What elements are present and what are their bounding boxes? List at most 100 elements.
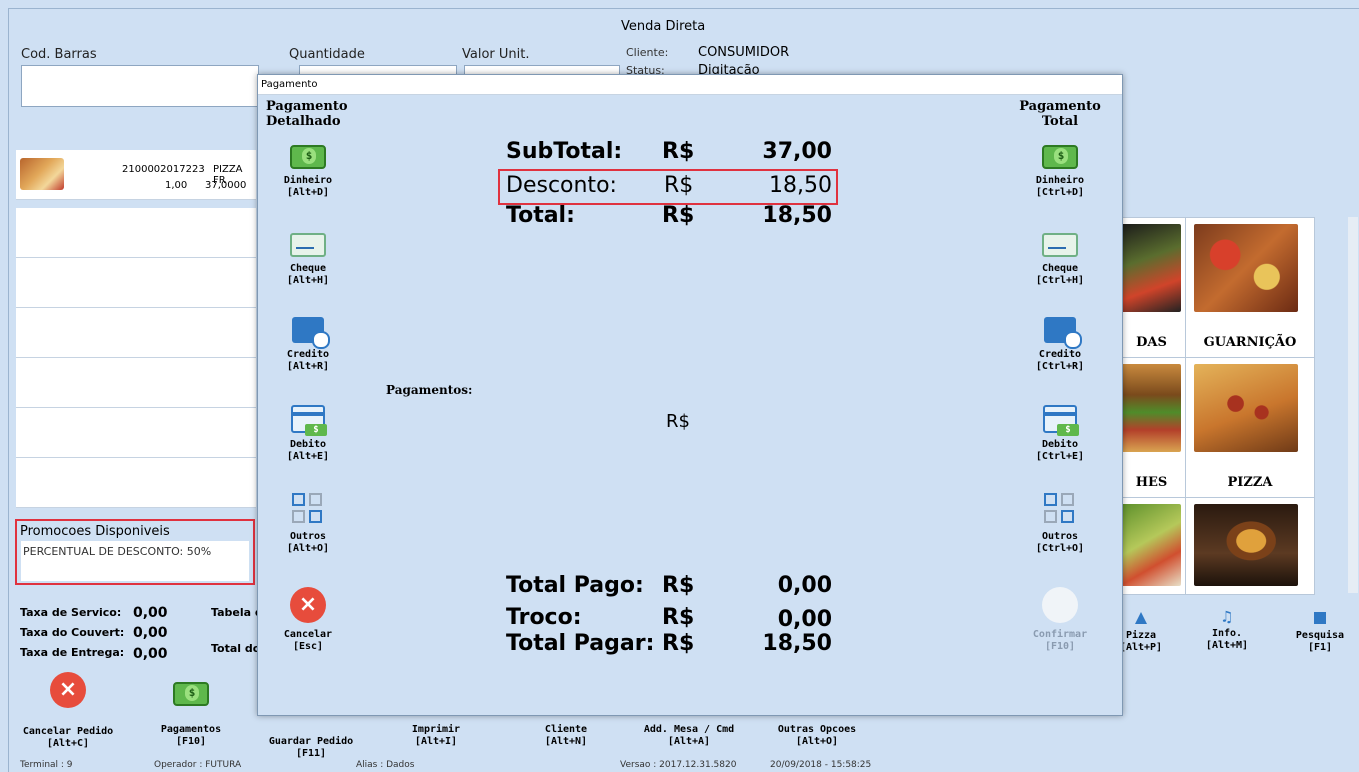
credito-total-label: Credito (1038, 349, 1082, 360)
add-mesa-key: [Alt+A] (667, 736, 711, 747)
cod-barras-label: Cod. Barras (21, 47, 97, 62)
outros-total-button[interactable]: Outros [Ctrl+O] (1024, 493, 1096, 555)
debito-button[interactable]: Debito [Alt+E] (272, 405, 344, 463)
promocoes-item[interactable]: PERCENTUAL DE DESCONTO: 50% (21, 541, 249, 581)
dinheiro-key: [Alt+D] (286, 187, 330, 198)
cliente-button[interactable]: Cliente [Alt+N] (526, 724, 606, 748)
pagamentos-currency[interactable]: R$ (666, 411, 690, 432)
list-item[interactable] (16, 258, 256, 308)
info-label: Info. (1211, 628, 1243, 639)
total-currency: R$ (662, 203, 695, 228)
money-icon (173, 682, 209, 706)
list-item[interactable]: 2100002017223 PIZZA FR 1,00 37,0000 (16, 150, 256, 200)
debito-total-button[interactable]: Debito [Ctrl+E] (1024, 405, 1096, 463)
cod-barras-input[interactable] (21, 65, 259, 107)
list-item[interactable] (16, 308, 256, 358)
status-versao: Versao : 2017.12.31.5820 (620, 760, 737, 770)
cancelar-key: [Esc] (292, 641, 324, 652)
left-header: Pagamento Detalhado (266, 99, 348, 129)
outros-button[interactable]: Outros [Alt+O] (272, 493, 344, 555)
confirm-icon (1042, 587, 1078, 623)
status-datetime: 20/09/2018 - 15:58:25 (770, 760, 872, 770)
total-pago-value: 0,00 (777, 573, 832, 598)
pizza-key: [Alt+P] (1119, 642, 1163, 653)
cancel-icon: × (50, 672, 86, 708)
list-item[interactable] (16, 408, 256, 458)
pagamentos-key: [F10] (175, 736, 207, 747)
category-image (1194, 224, 1298, 312)
outros-key: [Alt+O] (286, 543, 330, 554)
category-tile-lanches[interactable]: HES (1116, 357, 1187, 499)
subtotal-label: SubTotal: (506, 139, 623, 164)
debito-total-label: Debito (1041, 439, 1079, 450)
guardar-pedido-button[interactable]: Guardar Pedido [F11] (262, 730, 360, 760)
taxa-entrega-value: 0,00 (133, 646, 168, 662)
square-icon (1314, 612, 1326, 624)
pesquisa-button[interactable]: Pesquisa [F1] (1290, 612, 1350, 654)
list-item[interactable] (16, 458, 256, 508)
desconto-label: Desconto: (506, 173, 617, 198)
category-tile-drinks[interactable]: DAS (1116, 217, 1187, 359)
debito-total-key: [Ctrl+E] (1035, 451, 1085, 462)
list-item[interactable] (16, 358, 256, 408)
total-pago-label: Total Pago: (506, 573, 644, 598)
confirmar-key: [F10] (1044, 641, 1076, 652)
desconto-value: 18,50 (769, 173, 832, 198)
outras-opcoes-label: Outras Opcoes (777, 724, 857, 735)
pesquisa-key: [F1] (1307, 642, 1333, 653)
cancelar-button[interactable]: × Cancelar [Esc] (272, 587, 344, 653)
payment-dialog: Pagamento Pagamento Detalhado Pagamento … (257, 74, 1123, 716)
info-key: [Alt+M] (1205, 640, 1249, 651)
cheque-label: Cheque (289, 263, 327, 274)
credito-total-key: [Ctrl+R] (1035, 361, 1085, 372)
imprimir-key: [Alt+I] (414, 736, 458, 747)
right-header: Pagamento Total (1019, 99, 1101, 129)
money-icon (1042, 145, 1078, 169)
outros-total-key: [Ctrl+O] (1035, 543, 1085, 554)
add-mesa-label: Add. Mesa / Cmd (643, 724, 735, 735)
category-tile-pizza[interactable]: PIZZA (1185, 357, 1315, 499)
triangle-icon (1135, 612, 1147, 624)
confirmar-button[interactable]: Confirmar [F10] (1024, 587, 1096, 653)
money-icon (290, 145, 326, 169)
cheque-total-button[interactable]: Cheque [Ctrl+H] (1024, 233, 1096, 287)
dinheiro-button[interactable]: Dinheiro [Alt+D] (272, 145, 344, 199)
total-label: Total do (211, 642, 261, 655)
cancelar-pedido-label: Cancelar Pedido (22, 726, 114, 737)
info-button[interactable]: ♫ Info. [Alt+M] (1196, 608, 1258, 652)
category-tile-desserts[interactable] (1185, 497, 1315, 595)
cheque-icon (1042, 233, 1078, 257)
quantidade-label: Quantidade (289, 47, 365, 62)
category-tile-salads[interactable] (1116, 497, 1187, 595)
pagamentos-label: Pagamentos (160, 724, 222, 735)
total-pagar-label: Total Pagar: (506, 631, 655, 656)
pagamentos-button[interactable]: Pagamentos [F10] (148, 682, 234, 748)
desconto-currency: R$ (664, 173, 694, 198)
list-item[interactable] (16, 208, 256, 258)
dinheiro-total-button[interactable]: Dinheiro [Ctrl+D] (1024, 145, 1096, 199)
grid-icon (292, 493, 324, 525)
pizza-button[interactable]: Pizza [Alt+P] (1116, 612, 1166, 654)
add-mesa-button[interactable]: Add. Mesa / Cmd [Alt+A] (636, 724, 742, 748)
pizza-label: Pizza (1125, 630, 1157, 641)
confirmar-label: Confirmar (1032, 629, 1088, 640)
credito-button[interactable]: Credito [Alt+R] (272, 317, 344, 373)
category-tile-guarnicao[interactable]: GUARNIÇÃO (1185, 217, 1315, 359)
status-terminal: Terminal : 9 (20, 760, 73, 770)
taxa-servico-label: Taxa de Servico: (20, 606, 122, 619)
grid-icon (1044, 493, 1076, 525)
subtotal-currency: R$ (662, 139, 695, 164)
cancelar-pedido-button[interactable]: × Cancelar Pedido [Alt+C] (20, 672, 116, 750)
cheque-button[interactable]: Cheque [Alt+H] (272, 233, 344, 287)
cheque-key: [Alt+H] (286, 275, 330, 286)
credito-key: [Alt+R] (286, 361, 330, 372)
imprimir-button[interactable]: Imprimir [Alt+I] (396, 724, 476, 748)
cheque-icon (290, 233, 326, 257)
cliente-key: [Alt+N] (544, 736, 588, 747)
dinheiro-total-key: [Ctrl+D] (1035, 187, 1085, 198)
credito-total-button[interactable]: Credito [Ctrl+R] (1024, 317, 1096, 373)
category-label: HES (1135, 475, 1168, 490)
outras-opcoes-button[interactable]: Outras Opcoes [Alt+O] (766, 724, 868, 748)
total-label: Total: (506, 203, 575, 228)
scrollbar[interactable] (1348, 217, 1358, 593)
